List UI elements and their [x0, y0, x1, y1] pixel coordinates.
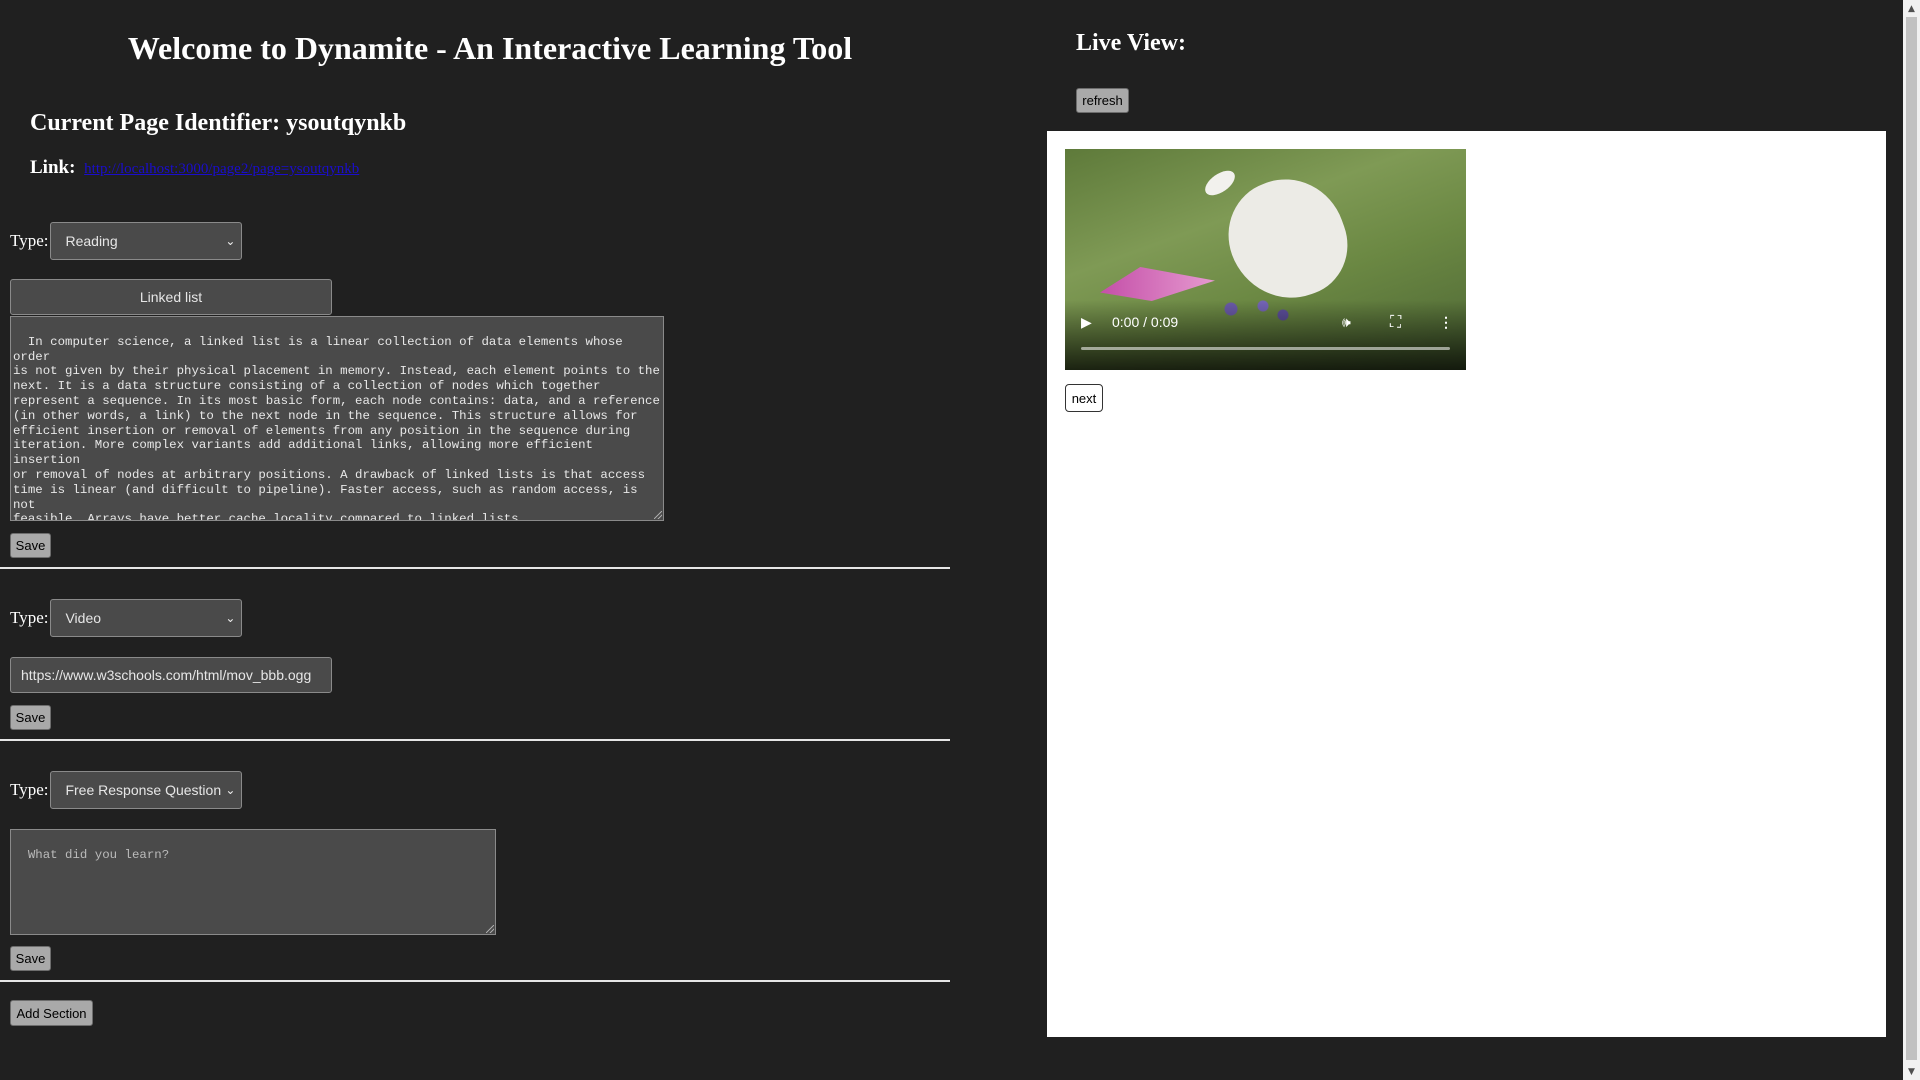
section-divider — [0, 567, 950, 569]
section-divider — [0, 980, 950, 982]
type-label: Type: — [10, 780, 49, 799]
resize-grip-icon[interactable] — [486, 925, 494, 933]
add-section-button[interactable]: Add Section — [10, 1000, 93, 1026]
video-controls: ▶ 0:00 / 0:09 🕪 ⛶ ⋮ — [1065, 314, 1466, 336]
next-button[interactable]: next — [1065, 384, 1103, 412]
section-1-type-select[interactable]: Reading ⌄ — [50, 222, 243, 260]
live-view-heading: Live View: — [1076, 30, 1186, 56]
volume-icon[interactable]: 🕪 — [1342, 314, 1351, 331]
section-divider — [0, 739, 950, 741]
page-scrollbar[interactable]: ▲ ▼ — [1903, 0, 1920, 1080]
section-2-type-value: Video — [65, 610, 102, 626]
section-1-title-input[interactable]: Linked list — [10, 279, 332, 315]
fullscreen-icon[interactable]: ⛶ — [1390, 314, 1401, 332]
page-link[interactable]: http://localhost:3000/page2/page=ysoutqy… — [84, 161, 359, 177]
section-2-save-button[interactable]: Save — [10, 705, 51, 730]
section-2-url-input[interactable]: https://www.w3schools.com/html/mov_bbb.o… — [10, 657, 332, 693]
section-3-save-button[interactable]: Save — [10, 946, 51, 971]
section-1-body-text: In computer science, a linked list is a … — [13, 334, 660, 521]
section-1-body-textarea[interactable]: In computer science, a linked list is a … — [10, 316, 664, 521]
video-frame-bunny — [1212, 162, 1363, 316]
scrollbar-thumb[interactable] — [1906, 17, 1917, 1060]
section-3-placeholder: What did you learn? — [27, 847, 170, 862]
chevron-down-icon: ⌄ — [225, 611, 236, 625]
video-time: 0:00 / 0:09 — [1112, 314, 1179, 330]
section-3-type-select[interactable]: Free Response Question ⌄ — [50, 771, 243, 809]
type-label: Type: — [10, 608, 49, 627]
page-title: Welcome to Dynamite - An Interactive Lea… — [127, 30, 853, 66]
video-player[interactable]: ▶ 0:00 / 0:09 🕪 ⛶ ⋮ — [1065, 149, 1466, 370]
type-label: Type: — [10, 231, 49, 250]
scroll-down-arrow-icon[interactable]: ▼ — [1903, 1063, 1920, 1080]
video-progress-bar[interactable] — [1081, 347, 1450, 350]
live-preview-frame: ▶ 0:00 / 0:09 🕪 ⛶ ⋮ next — [1047, 131, 1886, 1037]
section-3-type-value: Free Response Question — [65, 782, 222, 798]
chevron-down-icon: ⌄ — [225, 783, 236, 797]
section-1-save-button[interactable]: Save — [10, 533, 51, 558]
play-icon[interactable]: ▶ — [1081, 314, 1092, 331]
section-3-type-row: Type: Free Response Question ⌄ — [10, 771, 243, 809]
link-row: Link: http://localhost:3000/page2/page=y… — [30, 157, 359, 179]
section-3-answer-textarea[interactable]: What did you learn? — [10, 829, 496, 935]
section-2-type-select[interactable]: Video ⌄ — [50, 599, 243, 637]
scroll-up-arrow-icon[interactable]: ▲ — [1903, 0, 1920, 17]
refresh-button[interactable]: refresh — [1076, 88, 1129, 113]
section-1-type-value: Reading — [65, 233, 118, 249]
resize-grip-icon[interactable] — [654, 511, 662, 519]
section-1-type-row: Type: Reading ⌄ — [10, 222, 243, 260]
section-2-type-row: Type: Video ⌄ — [10, 599, 243, 637]
video-frame-bunny-ear — [1200, 165, 1240, 201]
page-identifier: Current Page Identifier: ysoutqynkb — [30, 110, 407, 136]
link-label: Link: — [30, 157, 76, 178]
more-vert-icon[interactable]: ⋮ — [1439, 314, 1453, 331]
chevron-down-icon: ⌄ — [225, 234, 236, 248]
video-frame-wing — [1100, 267, 1215, 301]
